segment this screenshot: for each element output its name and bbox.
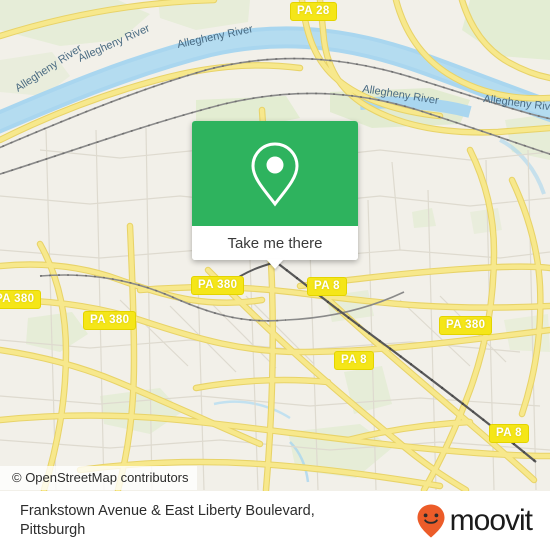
route-shield: PA 380: [439, 316, 493, 335]
moovit-map-screenshot: Allegheny River Allegheny River Allegheny …: [0, 0, 550, 550]
route-shield: PA 8: [307, 277, 347, 296]
route-shield: PA 380: [83, 311, 137, 330]
map-canvas[interactable]: Allegheny River Allegheny River Allegheny …: [0, 0, 550, 491]
route-shield: PA 8: [489, 424, 529, 443]
openstreetmap-attribution[interactable]: © OpenStreetMap contributors: [0, 466, 197, 490]
moovit-pin-icon: [417, 504, 445, 537]
moovit-wordmark: moovit: [449, 503, 533, 537]
callout-pointer: [266, 259, 284, 269]
callout-action-bar[interactable]: Take me there: [192, 226, 358, 269]
map-pin-icon: [251, 141, 299, 207]
route-shield: PA 380: [0, 290, 42, 309]
take-me-there-label: Take me there: [227, 234, 323, 252]
footer-bar: Frankstown Avenue & East Liberty Bouleva…: [0, 491, 550, 550]
place-title: Frankstown Avenue & East Liberty Bouleva…: [20, 502, 315, 538]
callout-image-panel: [192, 121, 358, 226]
route-shield: PA 8: [334, 351, 374, 370]
take-me-there-callout[interactable]: Take me there: [192, 121, 358, 269]
route-shield: PA 380: [191, 276, 245, 295]
route-shield: PA 28: [290, 2, 337, 21]
moovit-logo[interactable]: moovit: [416, 503, 533, 539]
